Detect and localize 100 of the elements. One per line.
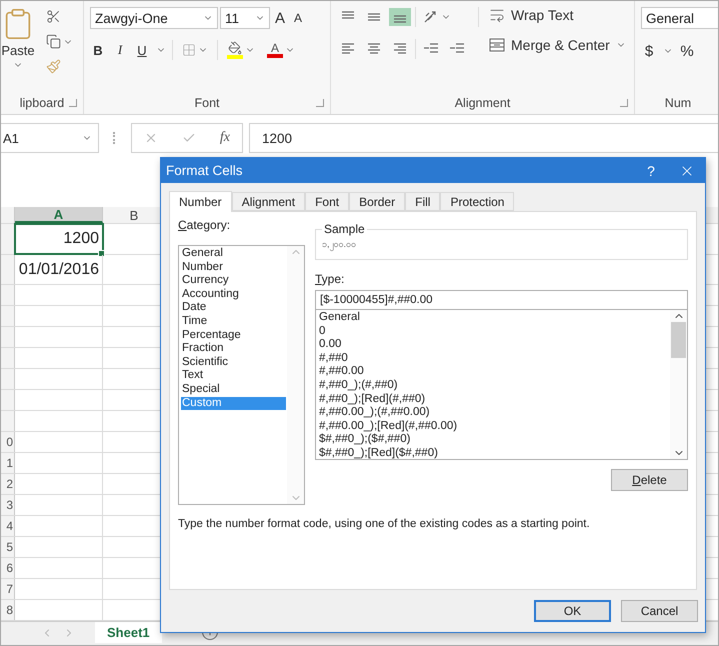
borders-icon bbox=[182, 43, 196, 57]
category-item[interactable]: Currency bbox=[181, 274, 286, 288]
fill-color-icon bbox=[227, 41, 243, 59]
name-box[interactable]: A1 bbox=[1, 123, 99, 153]
category-item[interactable]: Number bbox=[181, 260, 286, 274]
type-label: Type: bbox=[315, 272, 344, 286]
group-label: lipboard bbox=[20, 96, 64, 110]
format-item[interactable]: General bbox=[318, 311, 669, 325]
merge-center-button[interactable]: Merge & Center bbox=[489, 37, 626, 53]
type-field[interactable]: [$-10000455]#,##0.00 bbox=[315, 290, 688, 310]
merge-cells-icon bbox=[489, 37, 505, 53]
dialog-tab[interactable]: Protection bbox=[440, 192, 514, 211]
number-format-dropdown[interactable]: General bbox=[641, 7, 718, 29]
row-number: 6 bbox=[6, 561, 13, 575]
sheet-tab[interactable]: Sheet1 bbox=[95, 622, 162, 643]
row-number: 5 bbox=[6, 540, 13, 554]
insert-function-button[interactable]: fx bbox=[220, 130, 230, 146]
format-item[interactable]: #,##0 bbox=[318, 352, 669, 366]
help-button[interactable]: ? bbox=[633, 162, 669, 178]
percent-button[interactable]: % bbox=[679, 41, 695, 61]
copy-icon bbox=[46, 34, 61, 49]
category-item[interactable]: Fraction bbox=[181, 342, 286, 356]
dialog-title: Format Cells bbox=[166, 163, 244, 178]
font-color-button[interactable]: A bbox=[264, 40, 298, 60]
row-number: 3 bbox=[6, 498, 13, 512]
row-header[interactable]: 4 bbox=[1, 516, 15, 536]
italic-button[interactable]: I bbox=[112, 40, 128, 60]
underline-button[interactable]: U bbox=[134, 40, 150, 60]
row-number: 1 bbox=[6, 456, 13, 470]
category-item[interactable]: Time bbox=[181, 314, 286, 329]
delete-button[interactable]: Delete bbox=[611, 469, 688, 491]
row-header[interactable]: 8 bbox=[1, 600, 15, 620]
align-left-icon bbox=[340, 42, 356, 56]
formula-field[interactable]: 1200 bbox=[249, 123, 718, 153]
launcher-icon[interactable] bbox=[69, 99, 77, 107]
wrap-text-button[interactable]: Wrap Text bbox=[489, 7, 574, 23]
format-item[interactable]: #,##0_);[Red](#,##0) bbox=[318, 392, 669, 406]
column-header[interactable]: A bbox=[15, 207, 103, 223]
paintbrush-icon bbox=[46, 59, 61, 74]
shrink-font-button[interactable]: A bbox=[290, 8, 306, 28]
font-size-dropdown[interactable]: 11 bbox=[220, 7, 270, 29]
format-item[interactable]: $#,##0_);($#,##0) bbox=[318, 433, 669, 447]
category-item[interactable]: Accounting bbox=[181, 288, 286, 302]
table-cell[interactable]: 01/01/2016 bbox=[15, 255, 103, 284]
group-label: Font bbox=[194, 96, 220, 110]
category-label: Category: bbox=[178, 218, 230, 232]
row-number: 0 bbox=[6, 435, 13, 449]
row-header[interactable]: 6 bbox=[1, 558, 15, 578]
format-item[interactable]: #,##0_);(#,##0) bbox=[318, 378, 669, 393]
format-item[interactable]: 0.00 bbox=[318, 338, 669, 352]
group-label: Alignment bbox=[454, 96, 510, 110]
row-header[interactable]: 2 bbox=[1, 474, 15, 494]
vertical-align-button[interactable] bbox=[389, 8, 411, 26]
group-label: Num bbox=[664, 96, 692, 110]
fill-handle[interactable] bbox=[98, 250, 105, 257]
row-number: 4 bbox=[6, 519, 13, 533]
cancel-button[interactable]: Cancel bbox=[621, 600, 698, 622]
font-name-dropdown[interactable]: Zawgyi-One bbox=[90, 7, 218, 29]
row-header[interactable]: 1 bbox=[1, 453, 15, 473]
row-header[interactable] bbox=[1, 224, 15, 254]
currency-button[interactable]: $ bbox=[641, 41, 657, 61]
format-item[interactable]: #,##0.00_);[Red](#,##0.00) bbox=[318, 420, 669, 434]
dialog-tab[interactable]: Border bbox=[349, 192, 406, 211]
launcher-icon[interactable] bbox=[316, 99, 324, 107]
launcher-icon[interactable] bbox=[620, 99, 628, 107]
wrap-text-icon bbox=[489, 7, 505, 23]
row-header[interactable]: 3 bbox=[1, 495, 15, 515]
dialog-tab[interactable]: Alignment bbox=[232, 192, 306, 211]
category-item[interactable]: Percentage bbox=[181, 328, 286, 342]
row-header[interactable]: 0 bbox=[1, 432, 15, 452]
sample-value: ၁,၂၀၀.၀၀ bbox=[322, 239, 356, 249]
category-item[interactable]: Text bbox=[181, 369, 286, 383]
dialog-tab[interactable]: Fill bbox=[405, 192, 440, 211]
scrollbar-thumb[interactable] bbox=[671, 322, 686, 358]
table-cell[interactable]: 1200 bbox=[15, 224, 103, 254]
row-number: 8 bbox=[6, 603, 13, 617]
row-number: 7 bbox=[6, 582, 13, 596]
category-item[interactable]: Special bbox=[181, 382, 286, 397]
category-item[interactable]: Date bbox=[181, 301, 286, 315]
dialog-tab[interactable]: Font bbox=[305, 192, 350, 211]
dialog-tab[interactable]: Number bbox=[169, 191, 232, 212]
grow-font-button[interactable]: A bbox=[272, 8, 288, 28]
format-item[interactable]: $#,##0_);[Red]($#,##0) bbox=[318, 446, 669, 461]
sample-label: Sample bbox=[323, 222, 366, 236]
scissors-icon bbox=[46, 9, 61, 24]
category-item[interactable]: General bbox=[181, 247, 286, 261]
category-item[interactable]: Scientific bbox=[181, 356, 286, 370]
align-right-icon bbox=[392, 42, 408, 56]
format-item[interactable]: #,##0.00 bbox=[318, 365, 669, 379]
ok-button[interactable]: OK bbox=[534, 600, 611, 622]
bold-button[interactable]: B bbox=[90, 40, 106, 60]
row-number: 2 bbox=[6, 477, 13, 491]
color-bar-icon bbox=[267, 54, 283, 58]
paste-button[interactable]: Paste bbox=[1, 7, 35, 92]
format-item[interactable]: #,##0.00_);(#,##0.00) bbox=[318, 406, 669, 420]
row-header[interactable]: 7 bbox=[1, 579, 15, 599]
description-text: Type the number format code, using one of the existing codes as a starting point. bbox=[178, 518, 591, 530]
format-item[interactable]: 0 bbox=[318, 324, 669, 338]
row-header[interactable]: 5 bbox=[1, 537, 15, 557]
align-center-icon bbox=[366, 42, 382, 56]
